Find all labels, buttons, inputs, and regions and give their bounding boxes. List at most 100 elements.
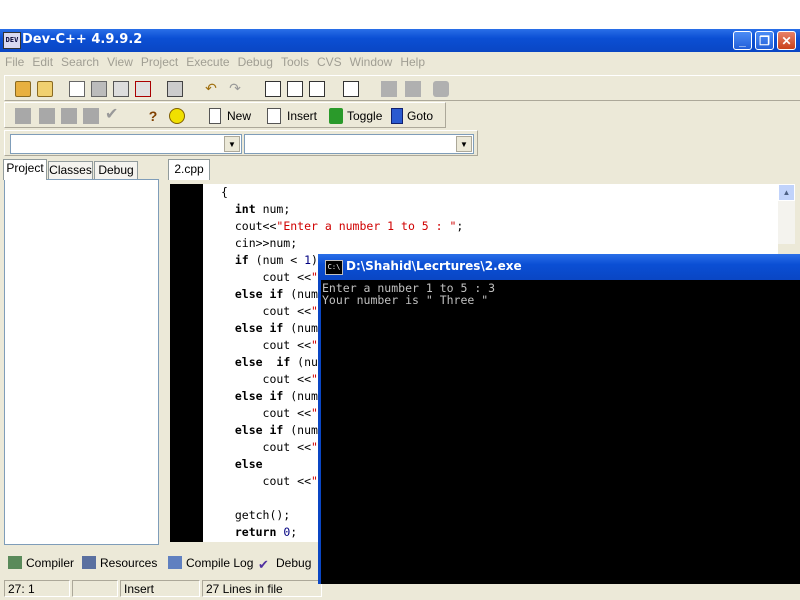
find-next-icon[interactable] bbox=[309, 81, 325, 97]
code-line: cout <<" bbox=[221, 473, 318, 490]
code-line: else if (nu bbox=[221, 354, 318, 371]
menu-view[interactable]: View bbox=[104, 52, 136, 73]
code-line: getch(); bbox=[221, 507, 290, 524]
console-title-bar[interactable]: C:\ D:\Shahid\Lecrtures\2.exe bbox=[318, 254, 800, 280]
code-token: 1 bbox=[304, 253, 312, 267]
scroll-up-icon[interactable]: ▲ bbox=[778, 184, 795, 201]
code-token: "Enter a number 1 to 5 : " bbox=[276, 219, 457, 233]
console-title: D:\Shahid\Lecrtures\2.exe bbox=[346, 259, 522, 273]
tab-classes[interactable]: Classes bbox=[48, 161, 93, 179]
about-icon[interactable] bbox=[169, 108, 185, 124]
code-token: " bbox=[311, 372, 318, 386]
goto-icon bbox=[391, 108, 403, 124]
code-line: cin>>num; bbox=[221, 235, 297, 252]
close-icon: ✕ bbox=[781, 34, 792, 48]
save-icon[interactable] bbox=[91, 81, 107, 97]
new-page-icon bbox=[209, 108, 221, 124]
new-button[interactable]: New bbox=[227, 109, 251, 123]
code-token: " bbox=[311, 270, 318, 284]
close-button[interactable]: ✕ bbox=[777, 31, 796, 50]
compiler-icon bbox=[8, 556, 22, 569]
code-token: ; bbox=[456, 219, 464, 233]
code-token: " bbox=[311, 338, 318, 352]
print-icon[interactable] bbox=[167, 81, 183, 97]
menu-search[interactable]: Search bbox=[58, 52, 102, 73]
maximize-button[interactable]: ❐ bbox=[755, 31, 774, 50]
code-line: { bbox=[221, 184, 228, 201]
goto-line-icon[interactable] bbox=[343, 81, 359, 97]
redo-icon[interactable]: ↷ bbox=[227, 81, 243, 97]
find-icon[interactable] bbox=[265, 81, 281, 97]
menu-cvs[interactable]: CVS bbox=[314, 52, 345, 73]
check-icon[interactable]: ✔ bbox=[105, 107, 121, 124]
code-line: cout <<" bbox=[221, 269, 318, 286]
tab-debug[interactable]: Debug bbox=[94, 161, 138, 179]
run-icon[interactable] bbox=[39, 108, 55, 124]
back-icon[interactable] bbox=[381, 81, 397, 97]
code-line: cout<<"Enter a number 1 to 5 : "; bbox=[221, 218, 464, 235]
code-token: ; bbox=[290, 525, 298, 539]
code-token: cout<< bbox=[221, 219, 277, 233]
member-select[interactable]: ▼ bbox=[244, 134, 474, 154]
code-token: if bbox=[234, 253, 249, 267]
new-file-icon[interactable] bbox=[69, 81, 85, 97]
code-token: else if bbox=[234, 423, 284, 437]
help-icon[interactable]: ? bbox=[145, 108, 161, 124]
code-token: getch(); bbox=[221, 508, 291, 522]
toolbar-compile: ✔ ? New Insert Toggle Goto bbox=[4, 102, 446, 128]
vertical-scrollbar[interactable]: ▲ bbox=[778, 184, 795, 244]
forward-icon[interactable] bbox=[405, 81, 421, 97]
project-tree[interactable] bbox=[4, 179, 159, 545]
tab-project[interactable]: Project bbox=[3, 159, 47, 180]
line-count: 27 Lines in file bbox=[202, 580, 322, 597]
compile-icon[interactable] bbox=[15, 108, 31, 124]
goto-button[interactable]: Goto bbox=[407, 109, 433, 123]
toggle-button[interactable]: Toggle bbox=[347, 109, 382, 123]
open-project-icon[interactable] bbox=[15, 81, 31, 97]
insert-button[interactable]: Insert bbox=[287, 109, 317, 123]
tab-compiler[interactable]: Compiler bbox=[8, 554, 74, 572]
menu-help[interactable]: Help bbox=[397, 52, 428, 73]
code-token: else if bbox=[234, 389, 284, 403]
minimize-button[interactable]: _ bbox=[733, 31, 752, 50]
code-token: { bbox=[221, 185, 228, 199]
tab-file[interactable]: 2.cpp bbox=[168, 159, 210, 180]
tab-resources[interactable]: Resources bbox=[82, 554, 157, 572]
save-all-icon[interactable] bbox=[113, 81, 129, 97]
menu-window[interactable]: Window bbox=[347, 52, 396, 73]
code-token: (num bbox=[283, 287, 318, 301]
open-file-icon[interactable] bbox=[37, 81, 53, 97]
restore-icon: ❐ bbox=[759, 34, 770, 48]
menu-execute[interactable]: Execute bbox=[183, 52, 232, 73]
menu-debug[interactable]: Debug bbox=[235, 52, 276, 73]
app-icon: DEV bbox=[3, 32, 21, 49]
menu-tools[interactable]: Tools bbox=[278, 52, 312, 73]
insert-icon bbox=[267, 108, 281, 124]
code-line: int num; bbox=[221, 201, 290, 218]
minimize-icon: _ bbox=[739, 34, 746, 48]
tab-debug-output[interactable]: ✔ Debug bbox=[258, 554, 311, 572]
undo-icon[interactable]: ↶ bbox=[203, 81, 219, 97]
bookmark-icon[interactable] bbox=[433, 81, 449, 97]
class-select[interactable]: ▼ bbox=[10, 134, 242, 154]
replace-icon[interactable] bbox=[287, 81, 303, 97]
code-token: return bbox=[234, 525, 277, 539]
code-line: else bbox=[221, 456, 263, 473]
editor-gutter bbox=[170, 184, 203, 542]
code-line: else if (num bbox=[221, 422, 318, 439]
rebuild-icon[interactable] bbox=[83, 108, 99, 124]
menu-project[interactable]: Project bbox=[138, 52, 181, 73]
tab-compile-log[interactable]: Compile Log bbox=[168, 554, 253, 572]
compile-run-icon[interactable] bbox=[61, 108, 77, 124]
close-file-icon[interactable] bbox=[135, 81, 151, 97]
menu-edit[interactable]: Edit bbox=[29, 52, 56, 73]
menu-file[interactable]: File bbox=[2, 52, 27, 73]
code-line: cout <<" bbox=[221, 371, 318, 388]
code-token: cout << bbox=[221, 304, 312, 318]
